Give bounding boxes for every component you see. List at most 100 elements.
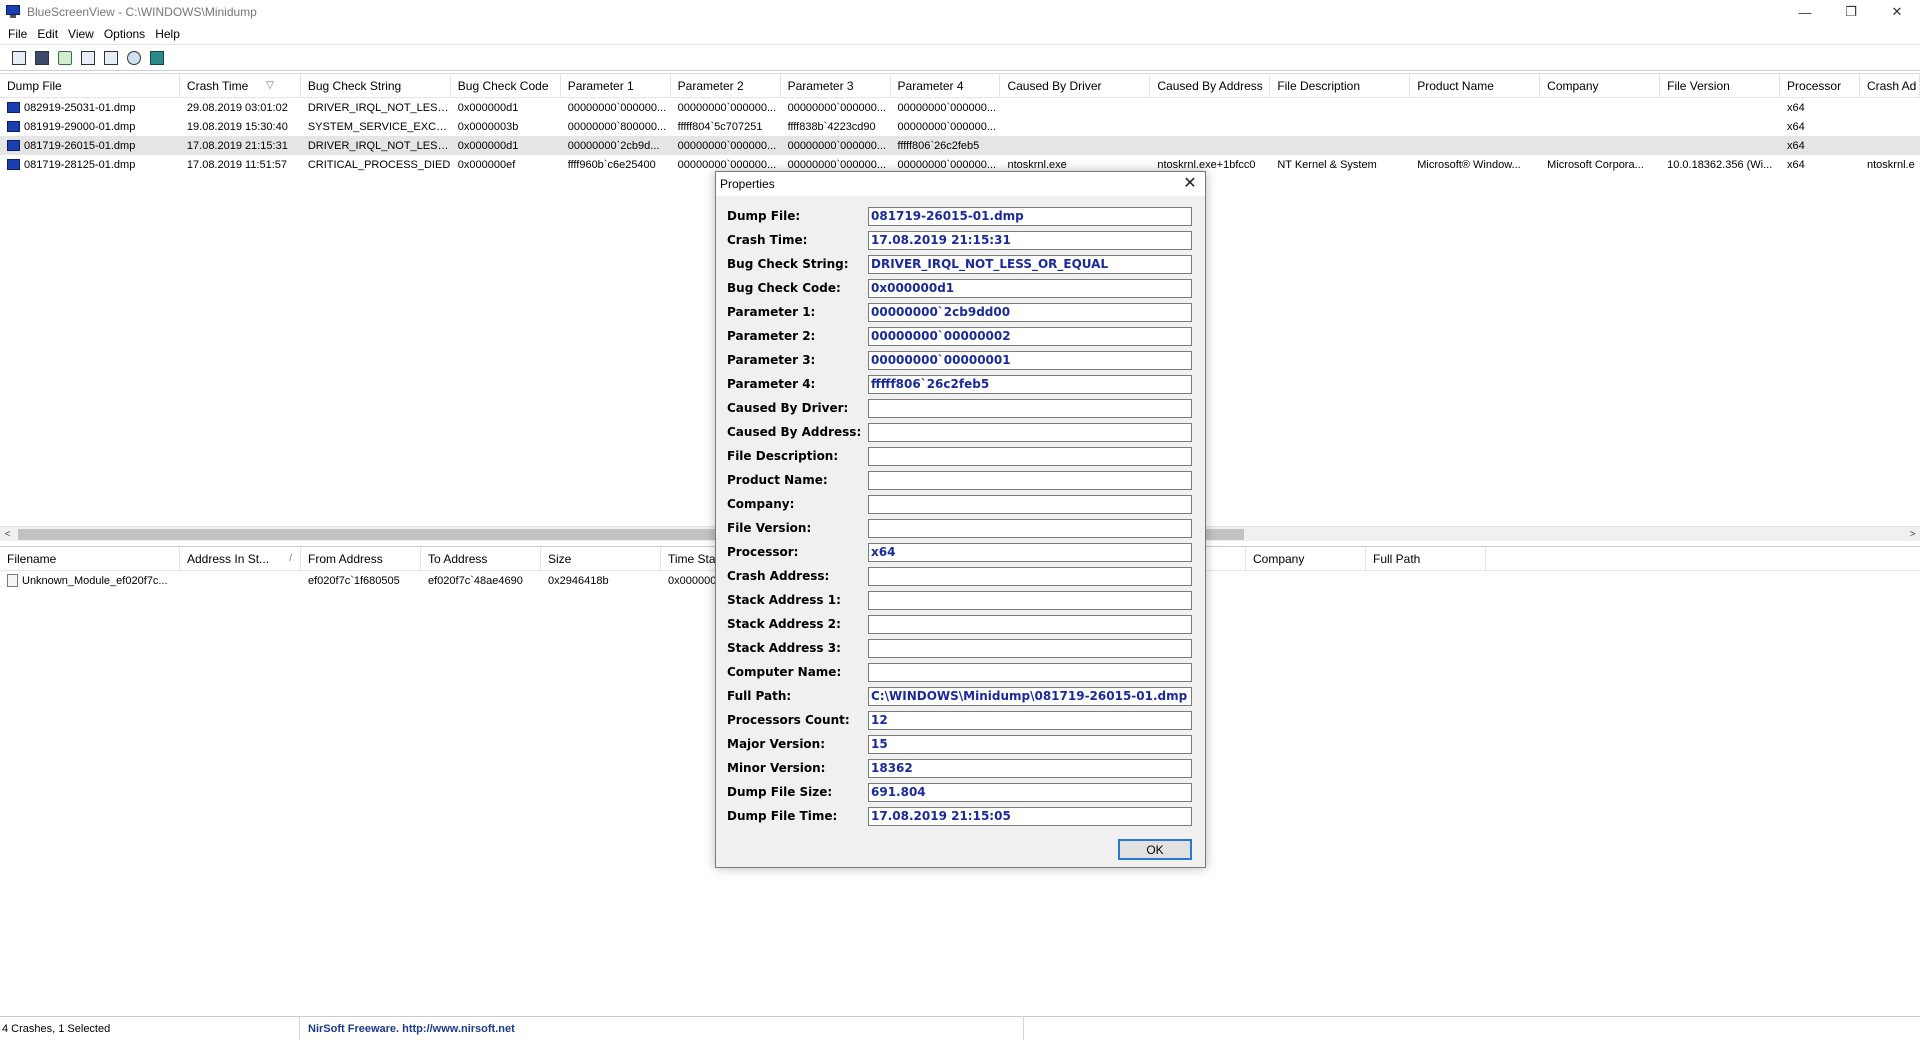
crash-address-field[interactable]: [868, 566, 1192, 586]
column-header-parameter-4[interactable]: Parameter 4: [891, 74, 1001, 98]
parameter-3-cell: 00000000`000000...: [787, 158, 887, 171]
status-crash-count: 4 Crashes, 1 Selected: [0, 1016, 300, 1040]
menu-edit[interactable]: Edit: [32, 27, 63, 41]
window-controls: — ❐ ✕: [1782, 0, 1920, 24]
caused-by-address-field[interactable]: [868, 422, 1192, 442]
column-header-dump-file[interactable]: Dump File: [0, 74, 180, 98]
ok-button[interactable]: OK: [1118, 839, 1192, 860]
stack-address-2-field[interactable]: [868, 614, 1192, 634]
nirsoft-link[interactable]: NirSoft Freeware. http://www.nirsoft.net: [300, 1016, 1024, 1040]
scroll-right-icon[interactable]: >: [1905, 527, 1920, 542]
prop-bug-check-code: Bug Check Code: 0x000000d1: [727, 276, 1205, 300]
caused-by-driver-field[interactable]: [868, 398, 1192, 418]
prop-crash-time: Crash Time: 17.08.2019 21:15:31: [727, 228, 1205, 252]
column-header-company[interactable]: Company: [1540, 74, 1661, 98]
column-header-size[interactable]: Size: [541, 547, 661, 571]
menu-help[interactable]: Help: [150, 27, 185, 41]
bug-check-string-cell: DRIVER_IRQL_NOT_LESS...: [307, 139, 451, 152]
major-version-field[interactable]: 15: [868, 734, 1192, 754]
prop-company: Company:: [727, 492, 1205, 516]
dump-file-name: 081719-26015-01.dmp: [24, 139, 136, 152]
close-window-button[interactable]: ✕: [1874, 0, 1920, 24]
crash-row[interactable]: 082919-25031-01.dmp 29.08.2019 03:01:02 …: [0, 98, 1920, 117]
column-header-caused-by-driver[interactable]: Caused By Driver: [1000, 74, 1151, 98]
file-description-field[interactable]: [868, 446, 1192, 466]
parameter-1-field[interactable]: 00000000`2cb9dd00: [868, 302, 1192, 322]
stack-address-3-field[interactable]: [868, 638, 1192, 658]
column-header-full-path[interactable]: Full Path: [1366, 547, 1486, 571]
column-header-crash-time[interactable]: Crash Time ▽: [180, 74, 301, 98]
dump-file-size-field[interactable]: 691.804: [868, 782, 1192, 802]
dialog-title: Properties: [720, 177, 775, 191]
filename-cell: Unknown_Module_ef020f7c...: [0, 574, 180, 587]
bug-check-code-field[interactable]: 0x000000d1: [868, 278, 1192, 298]
column-header-to-address[interactable]: To Address: [421, 547, 541, 571]
processors-count-field[interactable]: 12: [868, 710, 1192, 730]
parameter-3-field[interactable]: 00000000`00000001: [868, 350, 1192, 370]
column-header-company[interactable]: Company: [1246, 547, 1366, 571]
parameter-2-field[interactable]: 00000000`00000002: [868, 326, 1192, 346]
prop-full-path: Full Path: C:\WINDOWS\Minidump\081719-260…: [727, 684, 1205, 708]
dump-file-icon: [7, 159, 20, 170]
find-button[interactable]: [123, 47, 145, 69]
parameter-4-field[interactable]: fffff806`26c2feb5: [868, 374, 1192, 394]
column-header-product-name[interactable]: Product Name: [1410, 74, 1541, 98]
crash-time-field[interactable]: 17.08.2019 21:15:31: [868, 230, 1192, 250]
refresh-button[interactable]: [54, 47, 76, 69]
prop-caused-by-driver: Caused By Driver:: [727, 396, 1205, 420]
column-header-from-address[interactable]: From Address: [301, 547, 421, 571]
crash-row[interactable]: 081919-29000-01.dmp 19.08.2019 15:30:40 …: [0, 117, 1920, 136]
column-header-bug-check-string[interactable]: Bug Check String: [301, 74, 451, 98]
exit-button[interactable]: [146, 47, 168, 69]
minor-version-field[interactable]: 18362: [868, 758, 1192, 778]
copy-button[interactable]: [77, 47, 99, 69]
full-path-field[interactable]: C:\WINDOWS\Minidump\081719-26015-01.dmp: [868, 686, 1192, 706]
prop-dump-file-time: Dump File Time: 17.08.2019 21:15:05: [727, 804, 1205, 828]
dump-file-cell: 082919-25031-01.dmp: [0, 102, 180, 114]
menu-view[interactable]: View: [63, 27, 99, 41]
crash-row-selected[interactable]: 081719-26015-01.dmp 17.08.2019 21:15:31 …: [0, 136, 1920, 155]
window-title: BlueScreenView - C:\WINDOWS\Minidump: [27, 5, 257, 19]
column-header-parameter-2[interactable]: Parameter 2: [671, 74, 781, 98]
column-header-bug-check-code[interactable]: Bug Check Code: [451, 74, 561, 98]
save-button[interactable]: [31, 47, 53, 69]
dialog-close-icon[interactable]: ✕: [1175, 172, 1205, 196]
bug-check-string-field[interactable]: DRIVER_IRQL_NOT_LESS_OR_EQUAL: [868, 254, 1192, 274]
sort-descending-icon: ▽: [266, 80, 274, 91]
menu-options[interactable]: Options: [99, 27, 150, 41]
dump-file-icon: [7, 140, 20, 151]
prop-major-version: Major Version: 15: [727, 732, 1205, 756]
scroll-left-icon[interactable]: <: [0, 527, 15, 542]
caused-by-driver-cell: ntoskrnl.exe: [1007, 158, 1067, 171]
prop-computer-name: Computer Name:: [727, 660, 1205, 684]
company-field[interactable]: [868, 494, 1192, 514]
stack-address-1-field[interactable]: [868, 590, 1192, 610]
minimize-button[interactable]: —: [1782, 0, 1828, 24]
menu-file[interactable]: File: [3, 27, 32, 41]
file-version-field[interactable]: [868, 518, 1192, 538]
company-cell: Microsoft Corpora...: [1547, 158, 1644, 171]
restore-button[interactable]: ❐: [1828, 0, 1874, 24]
column-header-file-description[interactable]: File Description: [1270, 74, 1411, 98]
column-header-parameter-1[interactable]: Parameter 1: [561, 74, 671, 98]
dialog-title-bar: Properties ✕: [716, 172, 1205, 196]
column-header-caused-by-address[interactable]: Caused By Address: [1150, 74, 1271, 98]
column-header-crash-address[interactable]: Crash Ad: [1860, 74, 1920, 98]
html-report-button[interactable]: [100, 47, 122, 69]
column-header-parameter-3[interactable]: Parameter 3: [781, 74, 891, 98]
parameter-4-cell: 00000000`000000...: [897, 101, 996, 114]
column-header-file-version[interactable]: File Version: [1660, 74, 1781, 98]
column-header-processor[interactable]: Processor: [1780, 74, 1860, 98]
computer-name-field[interactable]: [868, 662, 1192, 682]
bug-check-code-cell: 0x000000d1: [457, 139, 519, 152]
product-name-field[interactable]: [868, 470, 1192, 490]
column-header-address-in-stack[interactable]: Address In St... /: [180, 547, 301, 571]
parameter-3-cell: 00000000`000000...: [787, 139, 887, 152]
dump-file-time-field[interactable]: 17.08.2019 21:15:05: [868, 806, 1192, 826]
sort-icon: /: [289, 553, 292, 564]
processor-field[interactable]: x64: [868, 542, 1192, 562]
column-header-filename[interactable]: Filename: [0, 547, 180, 571]
bug-check-code-cell: 0x000000d1: [457, 101, 519, 114]
properties-button[interactable]: [8, 47, 30, 69]
dump-file-field[interactable]: 081719-26015-01.dmp: [868, 206, 1192, 226]
